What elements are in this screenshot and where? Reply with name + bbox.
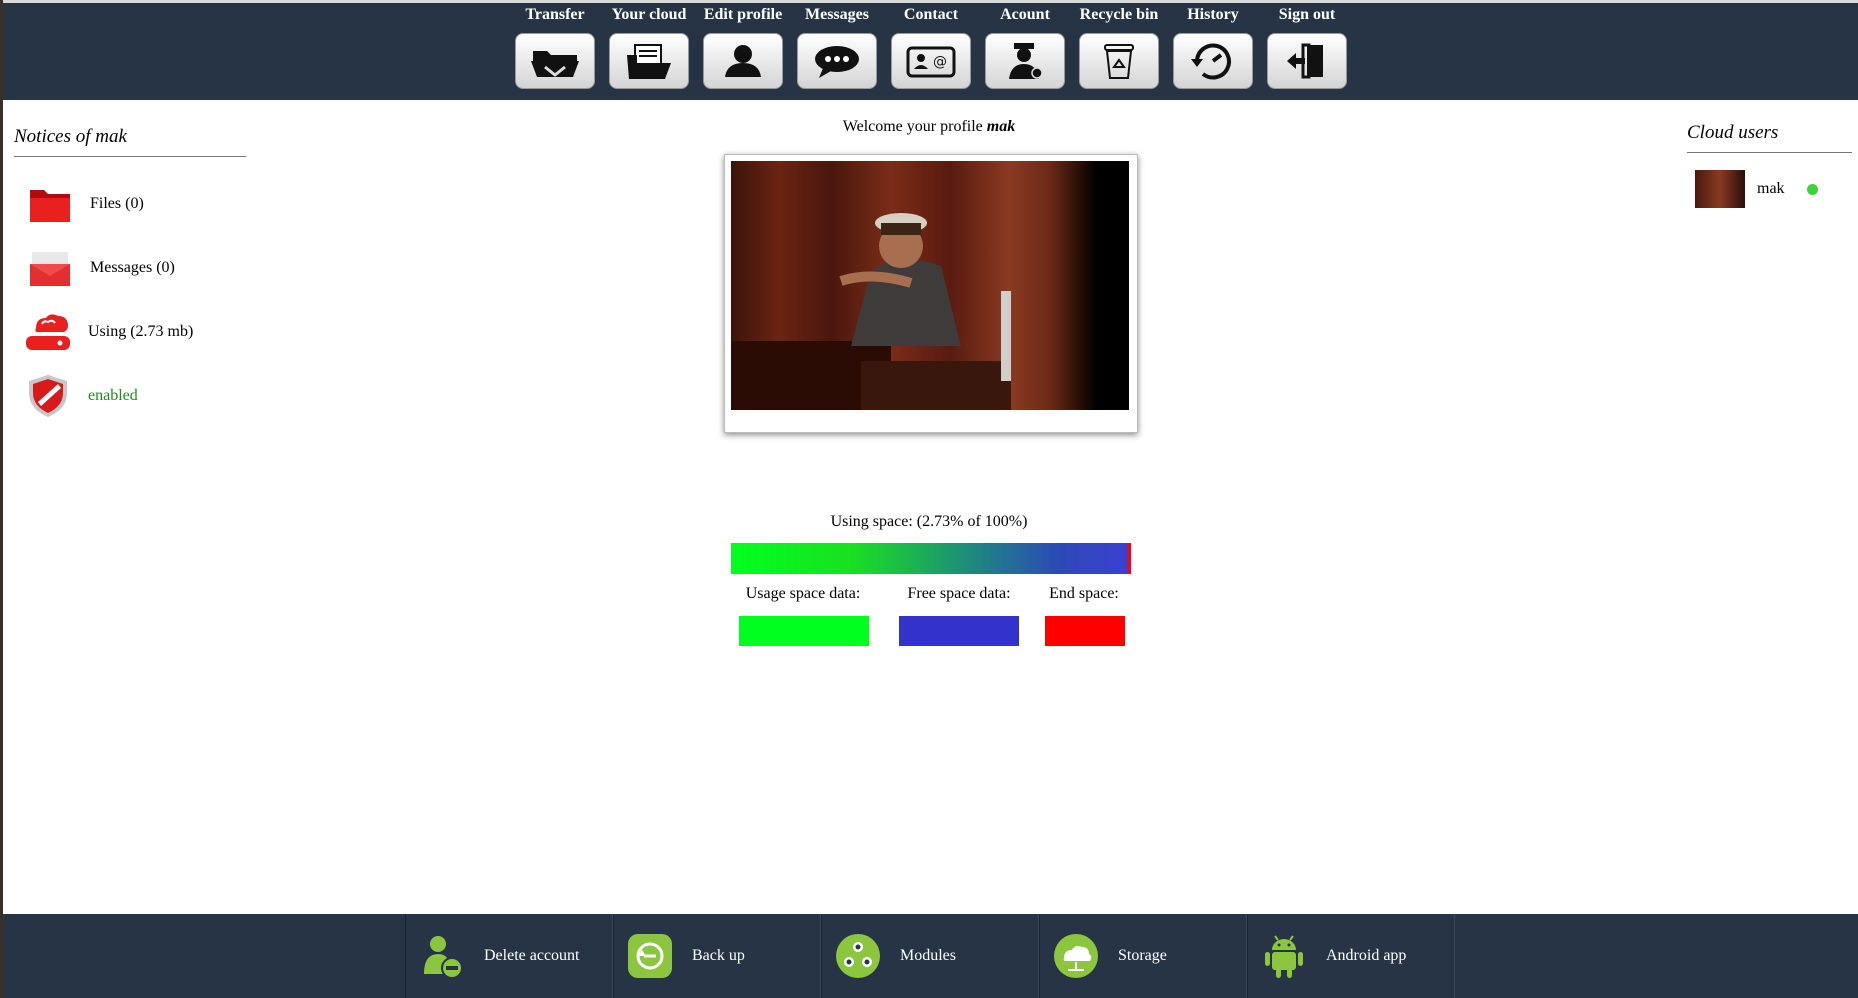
cloud-user-item[interactable]: mak — [1695, 170, 1818, 208]
avatar — [1695, 170, 1745, 208]
nav-messages[interactable]: Messages — [797, 3, 877, 89]
account-icon — [1009, 43, 1043, 79]
envelope-icon — [30, 252, 70, 286]
cloud-users-title: Cloud users — [1687, 122, 1852, 153]
cloud-users-panel: Cloud users — [1687, 122, 1852, 153]
storage-icon — [1054, 934, 1098, 978]
legend-end-label: End space: — [1049, 585, 1119, 602]
storage-button[interactable]: Storage — [1039, 914, 1247, 998]
notice-files[interactable]: Files (0) — [26, 180, 144, 228]
space-usage-text: Using space: (2.73% of 100%) — [830, 513, 1028, 530]
transfer-button[interactable] — [515, 33, 595, 89]
space-usage-bar — [731, 543, 1131, 574]
shield-icon — [29, 375, 67, 417]
profile-photo — [731, 161, 1129, 410]
backup-icon — [628, 934, 672, 978]
messages-count: Messages (0) — [90, 259, 175, 276]
usage-text: Using (2.73 mb) — [88, 323, 194, 340]
notice-security: enabled — [24, 372, 138, 420]
account-button[interactable] — [985, 33, 1065, 89]
profile-photo-frame — [724, 154, 1138, 433]
bottom-toolbar: Delete account Back up Modules Storage A… — [3, 914, 1858, 998]
files-count: Files (0) — [90, 195, 144, 212]
nav-label: Edit profile — [703, 6, 783, 23]
legend-end-swatch — [1045, 616, 1125, 646]
storage-label: Storage — [1118, 947, 1167, 964]
android-app-label: Android app — [1326, 947, 1407, 964]
welcome-message: Welcome your profile mak — [0, 118, 1858, 136]
nav-transfer[interactable]: Transfer — [515, 3, 595, 89]
history-icon — [1191, 43, 1231, 80]
nav-account[interactable]: Acount — [985, 3, 1065, 89]
android-icon — [1265, 935, 1303, 978]
legend-free-swatch — [899, 616, 1019, 646]
contact-card-icon: @ — [906, 46, 956, 78]
delete-account-label: Delete account — [484, 947, 580, 964]
notice-messages[interactable]: Messages (0) — [26, 244, 175, 292]
online-status-icon — [1806, 183, 1818, 195]
history-button[interactable] — [1173, 33, 1253, 89]
nav-label: Transfer — [525, 6, 585, 23]
nav-label: Acount — [1000, 6, 1050, 23]
sign-out-button[interactable] — [1267, 33, 1347, 89]
welcome-username: mak — [986, 118, 1016, 135]
modules-button[interactable]: Modules — [821, 914, 1039, 998]
nav-label: Your cloud — [611, 6, 687, 23]
nav-label: History — [1187, 6, 1239, 23]
nav-label: Messages — [805, 6, 869, 23]
folder-icon — [30, 190, 70, 222]
cloud-user-name: mak — [1757, 180, 1785, 197]
top-navigation-bar: Transfer Your cloud Edit profile Message… — [3, 0, 1858, 100]
your-cloud-button[interactable] — [609, 33, 689, 89]
nav-your-cloud[interactable]: Your cloud — [609, 3, 689, 89]
modules-label: Modules — [900, 947, 956, 964]
cloud-folder-icon — [627, 44, 671, 79]
nav-label: Contact — [903, 6, 959, 23]
main-nav: Transfer Your cloud Edit profile Message… — [515, 3, 1347, 89]
welcome-text: Welcome your profile — [842, 118, 987, 135]
nav-history[interactable]: History — [1173, 3, 1253, 89]
sign-out-icon — [1287, 43, 1323, 79]
delete-account-button[interactable]: Delete account — [405, 914, 613, 998]
contact-button[interactable]: @ — [891, 33, 971, 89]
legend-usage-label: Usage space data: — [745, 585, 861, 602]
transfer-icon — [531, 51, 579, 77]
nav-contact[interactable]: Contact @ — [891, 3, 971, 89]
legend-free-label: Free space data: — [907, 585, 1011, 602]
backup-label: Back up — [692, 947, 745, 964]
profile-photo-image — [731, 213, 1011, 410]
nav-edit-profile[interactable]: Edit profile — [703, 3, 783, 89]
svg-text:@: @ — [933, 54, 947, 70]
notice-usage[interactable]: Using (2.73 mb) — [24, 308, 193, 356]
bottom-nav: Delete account Back up Modules Storage A… — [405, 914, 1455, 998]
chat-icon — [815, 46, 859, 78]
nav-label: Recycle bin — [1079, 6, 1159, 23]
android-app-button[interactable]: Android app — [1247, 914, 1455, 998]
cloud-drive-icon — [26, 314, 70, 350]
messages-button[interactable] — [797, 33, 877, 89]
nav-label: Sign out — [1278, 6, 1336, 23]
nav-recycle-bin[interactable]: Recycle bin — [1079, 3, 1159, 89]
nav-sign-out[interactable]: Sign out — [1267, 3, 1347, 89]
recycle-bin-icon — [1104, 44, 1134, 79]
delete-account-icon — [424, 936, 463, 979]
security-status: enabled — [88, 387, 138, 404]
edit-profile-button[interactable] — [703, 33, 783, 89]
recycle-bin-button[interactable] — [1079, 33, 1159, 89]
window-edge — [0, 0, 3, 998]
backup-button[interactable]: Back up — [613, 914, 821, 998]
legend-usage-swatch — [739, 616, 869, 646]
user-icon — [725, 45, 761, 77]
modules-icon — [836, 934, 880, 978]
